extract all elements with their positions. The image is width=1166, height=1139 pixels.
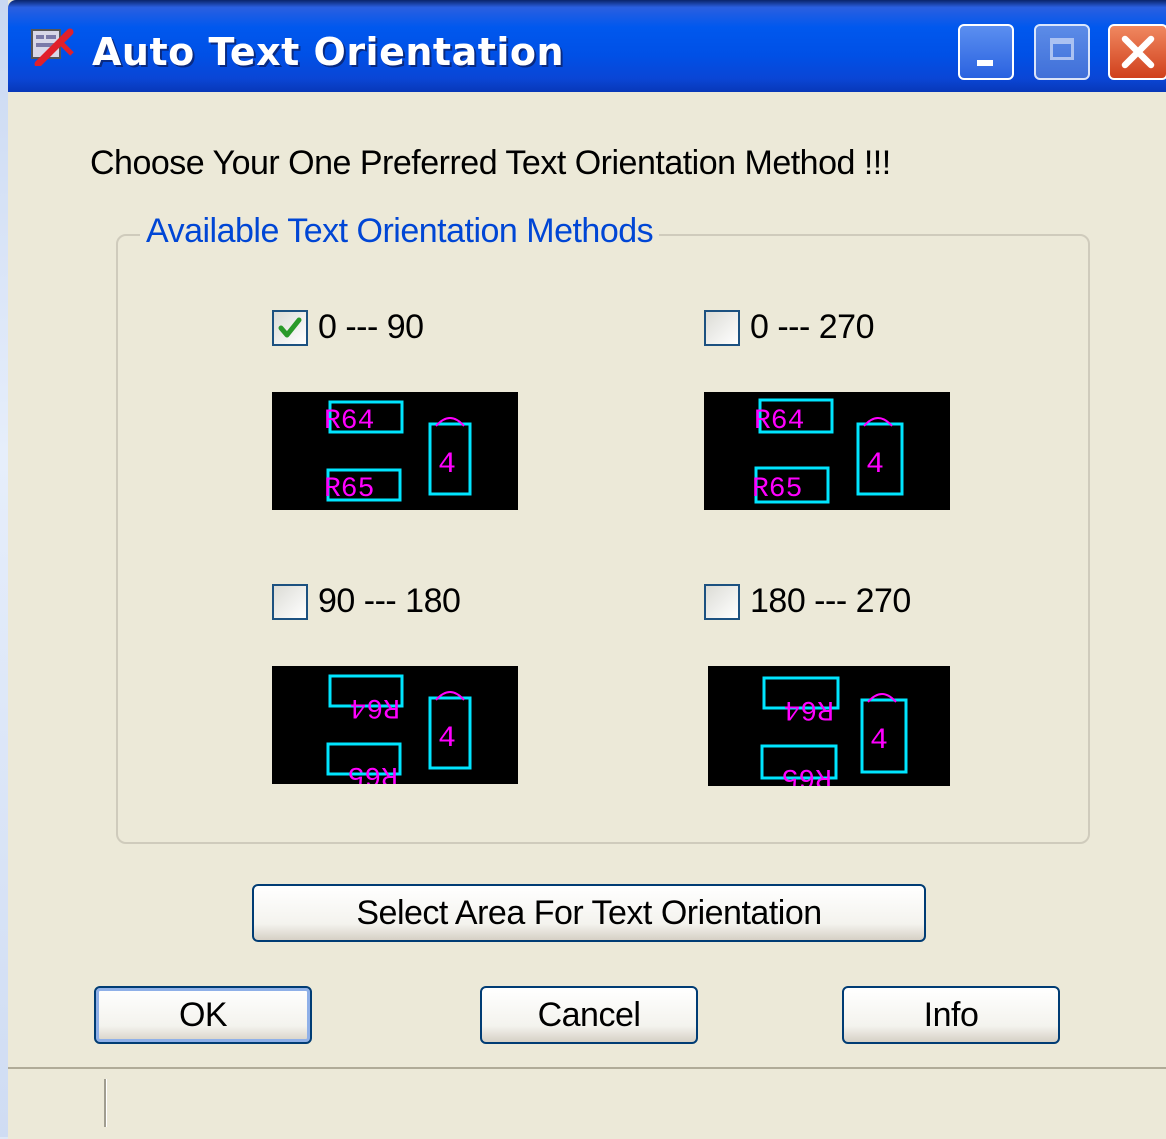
svg-text:4: 4 — [438, 448, 456, 482]
window-title: Auto Text Orientation — [92, 30, 565, 74]
svg-text:R64: R64 — [324, 406, 374, 437]
instruction-text: Choose Your One Preferred Text Orientati… — [90, 144, 891, 182]
option-0-270[interactable]: 0 --- 270 — [704, 308, 875, 347]
svg-text:4: 4 — [866, 448, 884, 482]
group-legend: Available Text Orientation Methods — [140, 212, 660, 251]
option-0-90[interactable]: 0 --- 90 — [272, 308, 424, 347]
option-label: 90 --- 180 — [318, 582, 461, 620]
option-180-270[interactable]: 180 --- 270 — [704, 582, 911, 621]
option-label: 180 --- 270 — [750, 582, 911, 620]
minimize-button[interactable] — [958, 24, 1014, 80]
svg-text:R65: R65 — [752, 474, 802, 505]
close-button[interactable] — [1108, 24, 1166, 80]
svg-text:R65: R65 — [324, 474, 374, 505]
checkbox-90-180[interactable] — [272, 583, 308, 620]
option-label: 0 --- 270 — [750, 308, 875, 346]
status-bar — [8, 1067, 1166, 1139]
maximize-icon — [1050, 38, 1074, 60]
svg-text:4: 4 — [870, 724, 888, 758]
info-button[interactable]: Info — [842, 986, 1060, 1044]
svg-text:R65: R65 — [782, 761, 832, 786]
checkbox-0-90[interactable] — [272, 309, 308, 346]
app-icon — [31, 28, 74, 66]
orientation-methods-group: Available Text Orientation Methods 0 ---… — [116, 212, 1090, 844]
cancel-button[interactable]: Cancel — [480, 986, 698, 1044]
svg-text:R65: R65 — [348, 759, 398, 784]
maximize-button[interactable] — [1034, 24, 1090, 80]
option-90-180[interactable]: 90 --- 180 — [272, 582, 461, 621]
preview-90-180: R64 R65 4 — [272, 666, 518, 790]
dialog-window: Auto Text Orientation Choose Your One Pr… — [8, 0, 1166, 1139]
checkbox-180-270[interactable] — [704, 583, 740, 620]
checkmark-icon — [278, 317, 302, 337]
close-icon — [1121, 35, 1155, 69]
preview-0-90: R64 R65 4 — [272, 392, 518, 510]
svg-text:R64: R64 — [784, 693, 834, 724]
svg-text:R64: R64 — [754, 406, 804, 437]
minimize-icon — [977, 60, 993, 66]
select-area-button[interactable]: Select Area For Text Orientation — [252, 884, 926, 942]
svg-text:R64: R64 — [350, 691, 400, 722]
preview-0-270: R64 R65 4 — [704, 392, 950, 510]
title-bar[interactable]: Auto Text Orientation — [8, 0, 1166, 92]
checkbox-0-270[interactable] — [704, 309, 740, 346]
svg-text:4: 4 — [438, 722, 456, 756]
ok-button[interactable]: OK — [94, 986, 312, 1044]
preview-180-270: R64 R65 4 — [708, 666, 950, 792]
status-divider — [104, 1079, 106, 1127]
option-label: 0 --- 90 — [318, 308, 424, 346]
